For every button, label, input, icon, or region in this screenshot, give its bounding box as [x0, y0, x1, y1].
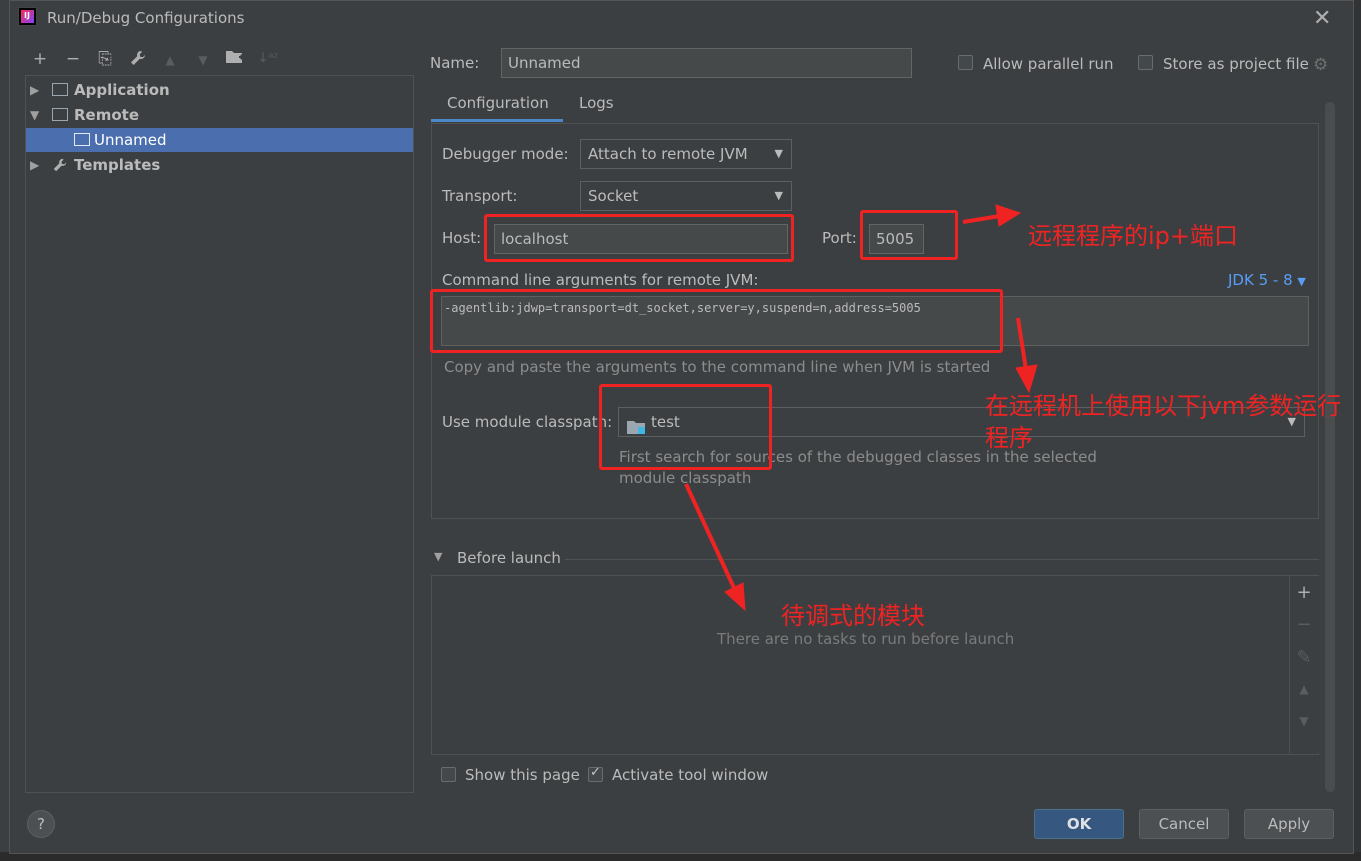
annotation-module-text: 待调式的模块: [781, 602, 925, 630]
annotation-jvm-args-text-1: 在远程机上使用以下jvm参数运行: [985, 392, 1342, 420]
annotation-jvm-args-text-2: 程序: [985, 424, 1033, 452]
annotation-host-port-text: 远程程序的ip+端口: [1028, 222, 1239, 250]
annotation-arrows: [684, 204, 1038, 612]
